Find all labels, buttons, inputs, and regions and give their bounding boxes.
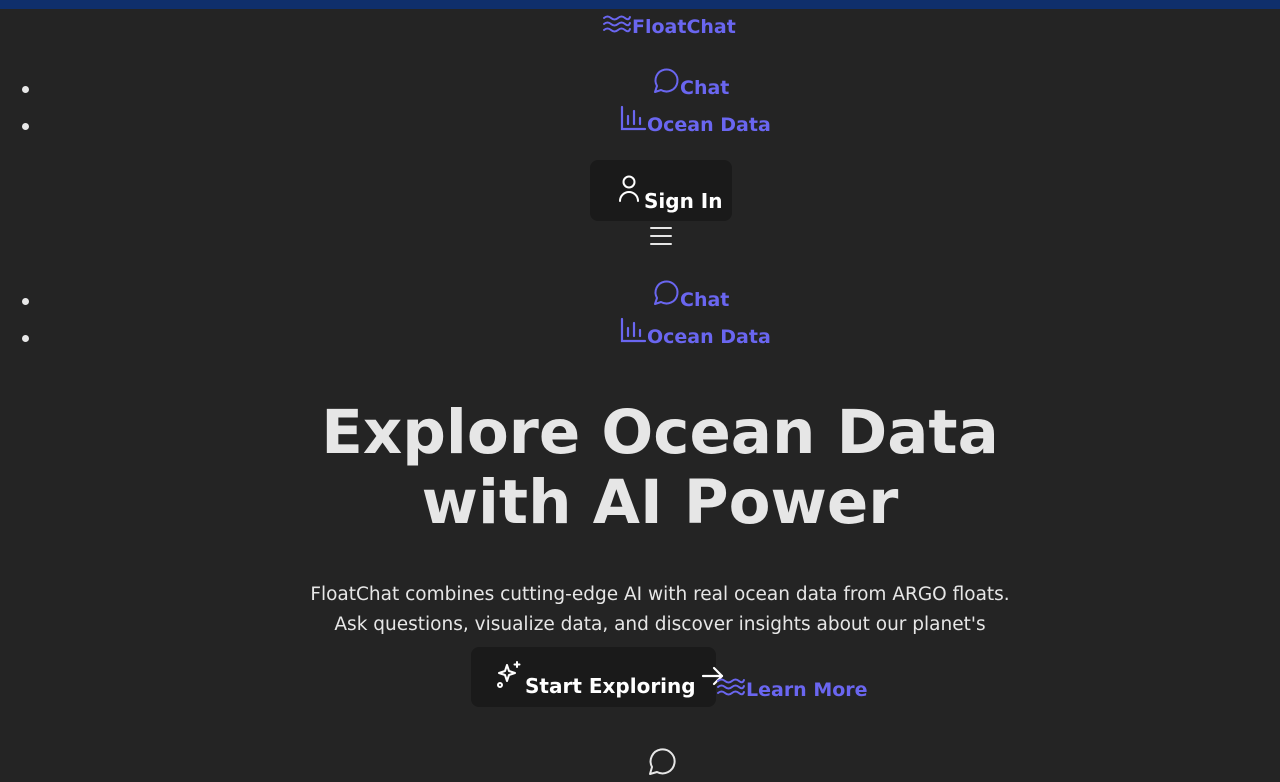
nav-item-chat[interactable]: Chat	[650, 66, 730, 99]
nav-item-ocean-data[interactable]: Ocean Data	[619, 104, 771, 136]
list-bullet	[22, 86, 29, 93]
hero-title-line2: with AI Power	[421, 467, 899, 538]
start-exploring-button[interactable]: Start Exploring	[471, 647, 723, 707]
sparkles-icon	[495, 660, 525, 695]
waves-icon	[602, 12, 632, 36]
start-exploring-label: Start Exploring	[525, 674, 696, 698]
hero-title: Explore Ocean Data with AI Power	[0, 398, 1280, 538]
user-icon	[618, 174, 640, 209]
bar-chart-icon	[619, 316, 647, 344]
message-circle-icon	[645, 746, 677, 782]
nav-item-label: Ocean Data	[647, 114, 771, 136]
top-accent-bar	[0, 0, 1280, 9]
hero-title-line1: Explore Ocean Data	[321, 397, 999, 468]
list-bullet	[22, 298, 29, 305]
nav-item-label: Chat	[680, 77, 730, 99]
nav-item-label: Chat	[680, 289, 730, 311]
nav-item-label: Ocean Data	[647, 326, 771, 348]
mobile-nav-item-ocean-data[interactable]: Ocean Data	[619, 316, 771, 348]
hero-subtitle-line1: FloatChat combines cutting-edge AI with …	[310, 584, 1010, 605]
brand-name: FloatChat	[632, 16, 736, 38]
bar-chart-icon	[619, 104, 647, 132]
sign-in-button[interactable]: Sign In	[590, 160, 732, 221]
message-circle-icon	[650, 278, 680, 308]
mobile-nav-item-chat[interactable]: Chat	[650, 278, 730, 311]
list-bullet	[22, 123, 29, 130]
brand-link[interactable]: FloatChat	[602, 12, 736, 38]
sign-in-label: Sign In	[644, 189, 723, 213]
list-bullet	[22, 335, 29, 342]
learn-more-label: Learn More	[746, 679, 868, 701]
waves-icon	[716, 675, 746, 699]
learn-more-link[interactable]: Learn More	[716, 675, 868, 701]
message-circle-icon	[650, 66, 680, 96]
menu-icon[interactable]	[649, 224, 673, 252]
